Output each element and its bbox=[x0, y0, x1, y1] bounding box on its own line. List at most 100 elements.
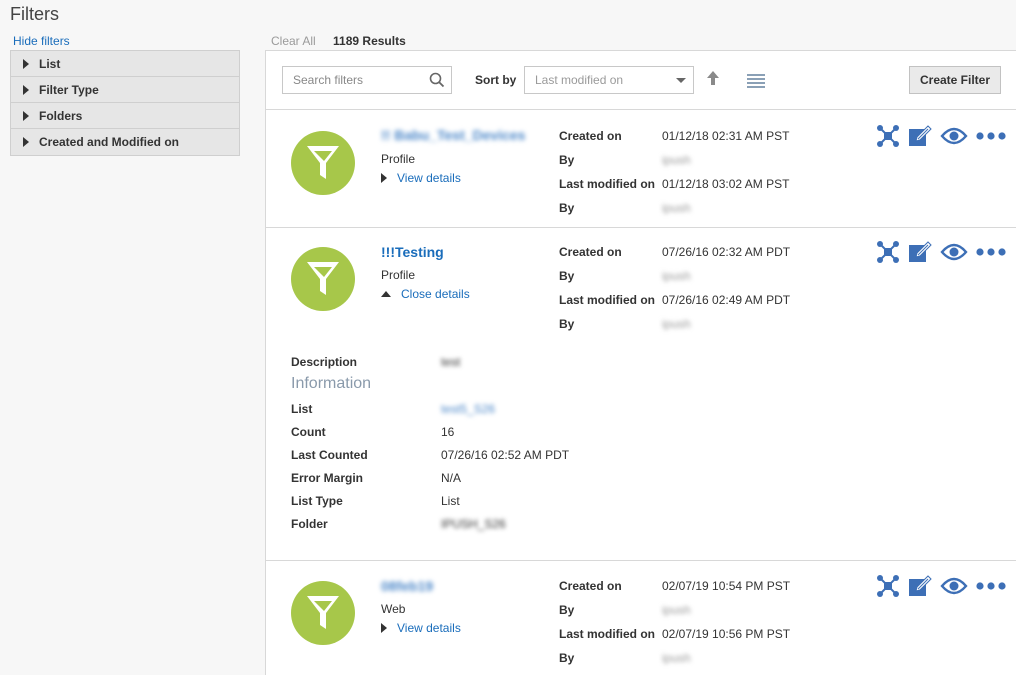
information-heading: Information bbox=[291, 375, 372, 392]
folder-label: Folder bbox=[291, 517, 328, 531]
modified-by-label: By bbox=[559, 317, 575, 331]
folder-value: IPUSH_S26 bbox=[441, 517, 506, 531]
collapse-icon bbox=[381, 291, 391, 297]
sidebar-item-label: List bbox=[39, 56, 61, 71]
view-details-label: View details bbox=[397, 621, 461, 635]
last-counted-value: 07/26/16 02:52 AM PDT bbox=[441, 448, 570, 462]
count-label: Count bbox=[291, 425, 326, 439]
list-link[interactable]: test5_S26 bbox=[441, 402, 495, 416]
created-by-value: ipush bbox=[662, 603, 691, 617]
created-on-label: Created on bbox=[559, 579, 622, 593]
filter-card: !! Babu_Test_Devices Profile View detail… bbox=[266, 111, 1016, 228]
close-details-label: Close details bbox=[401, 287, 470, 301]
sidebar-item-list[interactable]: List bbox=[11, 51, 239, 77]
card-actions bbox=[876, 240, 1006, 264]
search-input[interactable]: Search filters bbox=[282, 66, 452, 94]
clear-all-link[interactable]: Clear All bbox=[271, 34, 316, 48]
filter-sidebar: List Filter Type Folders Created and Mod… bbox=[10, 50, 240, 156]
segment-icon[interactable] bbox=[876, 124, 900, 148]
toolbar: Search filters Sort by Last modified on … bbox=[266, 51, 1016, 110]
last-modified-label: Last modified on bbox=[559, 177, 655, 191]
expand-icon bbox=[23, 84, 29, 95]
segment-icon[interactable] bbox=[876, 574, 900, 598]
filter-type: Profile bbox=[381, 152, 416, 166]
edit-icon[interactable] bbox=[908, 574, 932, 598]
more-icon[interactable] bbox=[976, 581, 1006, 591]
last-modified-value: 01/12/18 03:02 AM PST bbox=[662, 177, 790, 191]
sort-select[interactable]: Last modified on bbox=[524, 66, 694, 94]
last-modified-label: Last modified on bbox=[559, 293, 655, 307]
sidebar-item-label: Created and Modified on bbox=[39, 135, 180, 149]
modified-by-value: ipush bbox=[662, 651, 691, 665]
modified-by-label: By bbox=[559, 201, 575, 215]
count-value: 16 bbox=[441, 425, 455, 439]
view-icon[interactable] bbox=[940, 576, 968, 596]
results-panel: Search filters Sort by Last modified on … bbox=[265, 50, 1016, 675]
created-by-label: By bbox=[559, 153, 575, 167]
segment-icon[interactable] bbox=[876, 240, 900, 264]
more-icon[interactable] bbox=[976, 247, 1006, 257]
view-icon[interactable] bbox=[940, 242, 968, 262]
last-modified-value: 02/07/19 10:56 PM PST bbox=[662, 627, 791, 641]
created-on-value: 02/07/19 10:54 PM PST bbox=[662, 579, 791, 593]
filter-name[interactable]: !!!Testing bbox=[381, 244, 444, 260]
view-details-link[interactable]: View details bbox=[381, 621, 461, 635]
sidebar-item-folders[interactable]: Folders bbox=[11, 103, 239, 129]
last-counted-label: Last Counted bbox=[291, 448, 368, 462]
search-placeholder: Search filters bbox=[293, 73, 364, 87]
view-icon[interactable] bbox=[940, 126, 968, 146]
filter-type: Profile bbox=[381, 268, 416, 282]
sidebar-item-created-modified[interactable]: Created and Modified on bbox=[11, 129, 239, 155]
last-modified-value: 07/26/16 02:49 AM PDT bbox=[662, 293, 791, 307]
error-margin-value: N/A bbox=[441, 471, 462, 485]
created-on-value: 07/26/16 02:32 AM PDT bbox=[662, 245, 791, 259]
filter-card: 08feb19 Web View details Created on 02/0… bbox=[266, 563, 1016, 675]
created-on-label: Created on bbox=[559, 245, 622, 259]
created-by-value: ipush bbox=[662, 269, 691, 283]
sort-label: Sort by bbox=[475, 73, 517, 87]
funnel-icon bbox=[291, 247, 355, 311]
funnel-icon bbox=[291, 131, 355, 195]
description-label: Description bbox=[291, 355, 358, 369]
list-label: List bbox=[291, 402, 313, 416]
chevron-down-icon bbox=[676, 78, 686, 83]
more-icon[interactable] bbox=[976, 131, 1006, 141]
funnel-icon bbox=[291, 581, 355, 645]
edit-icon[interactable] bbox=[908, 124, 932, 148]
edit-icon[interactable] bbox=[908, 240, 932, 264]
modified-by-value: ipush bbox=[662, 317, 691, 331]
created-on-label: Created on bbox=[559, 129, 622, 143]
sidebar-item-label: Folders bbox=[39, 108, 83, 123]
created-by-label: By bbox=[559, 603, 575, 617]
list-view-icon[interactable] bbox=[747, 74, 765, 91]
hide-filters-link[interactable]: Hide filters bbox=[13, 34, 70, 48]
expand-icon bbox=[381, 623, 387, 633]
modified-by-value: ipush bbox=[662, 201, 691, 215]
expand-icon bbox=[381, 173, 387, 183]
filter-type: Web bbox=[381, 602, 406, 616]
list-type-value: List bbox=[441, 494, 460, 508]
card-actions bbox=[876, 124, 1006, 148]
description-value: test bbox=[441, 355, 461, 369]
modified-by-label: By bbox=[559, 651, 575, 665]
list-type-label: List Type bbox=[291, 494, 343, 508]
results-count: 1189 Results bbox=[333, 34, 406, 48]
created-by-label: By bbox=[559, 269, 575, 283]
filter-name[interactable]: !! Babu_Test_Devices bbox=[381, 127, 525, 143]
create-filter-button[interactable]: Create Filter bbox=[909, 66, 1001, 94]
sort-ascending-icon[interactable] bbox=[706, 70, 720, 89]
sort-value: Last modified on bbox=[535, 73, 624, 87]
error-margin-label: Error Margin bbox=[291, 471, 364, 485]
created-by-value: ipush bbox=[662, 153, 691, 167]
filter-card: !!!Testing Profile Close details Created… bbox=[266, 229, 1016, 561]
search-icon[interactable] bbox=[429, 72, 445, 91]
last-modified-label: Last modified on bbox=[559, 627, 655, 641]
view-details-label: View details bbox=[397, 171, 461, 185]
filter-name[interactable]: 08feb19 bbox=[381, 578, 433, 594]
sidebar-item-label: Filter Type bbox=[39, 82, 99, 97]
created-on-value: 01/12/18 02:31 AM PST bbox=[662, 129, 790, 143]
close-details-link[interactable]: Close details bbox=[381, 287, 470, 301]
card-actions bbox=[876, 574, 1006, 598]
view-details-link[interactable]: View details bbox=[381, 171, 461, 185]
sidebar-item-filter-type[interactable]: Filter Type bbox=[11, 77, 239, 103]
